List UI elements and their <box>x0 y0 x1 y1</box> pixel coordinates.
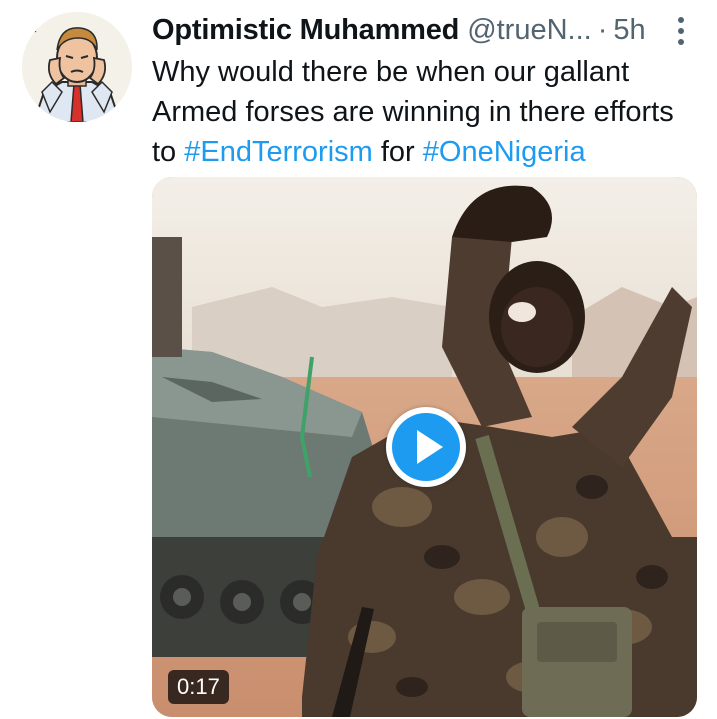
tweet-text-fragment: to <box>152 136 185 168</box>
play-button[interactable] <box>386 407 466 487</box>
video-duration-badge: 0:17 <box>168 670 229 704</box>
tweet-text: Why would there be when our gallant Arme… <box>152 52 702 172</box>
tweet-timestamp[interactable]: 5h <box>613 14 645 46</box>
author-name[interactable]: Optimistic Muhammed <box>152 14 459 46</box>
more-vertical-icon[interactable] <box>671 14 691 48</box>
video-player[interactable]: 0:17 <box>152 177 697 717</box>
tweet-header: Optimistic Muhammed @trueN... · 5h <box>152 10 697 50</box>
separator-dot: · <box>597 14 608 46</box>
tweet-text-line: to #EndTerrorism for #OneNigeria <box>152 132 702 172</box>
avatar-illustration <box>22 12 132 122</box>
author-handle[interactable]: @trueN... <box>467 14 592 46</box>
play-icon <box>417 430 443 464</box>
tweet-text-line: Why would there be when our gallant <box>152 56 630 88</box>
hashtag-link[interactable]: #OneNigeria <box>423 136 586 168</box>
avatar[interactable] <box>22 12 132 122</box>
hashtag-link[interactable]: #EndTerrorism <box>184 136 373 168</box>
tweet[interactable]: Optimistic Muhammed @trueN... · 5h Why woul… <box>0 0 717 719</box>
tweet-text-line: Armed forses are winning in there effort… <box>152 96 674 128</box>
tweet-text-fragment: for <box>372 136 423 168</box>
